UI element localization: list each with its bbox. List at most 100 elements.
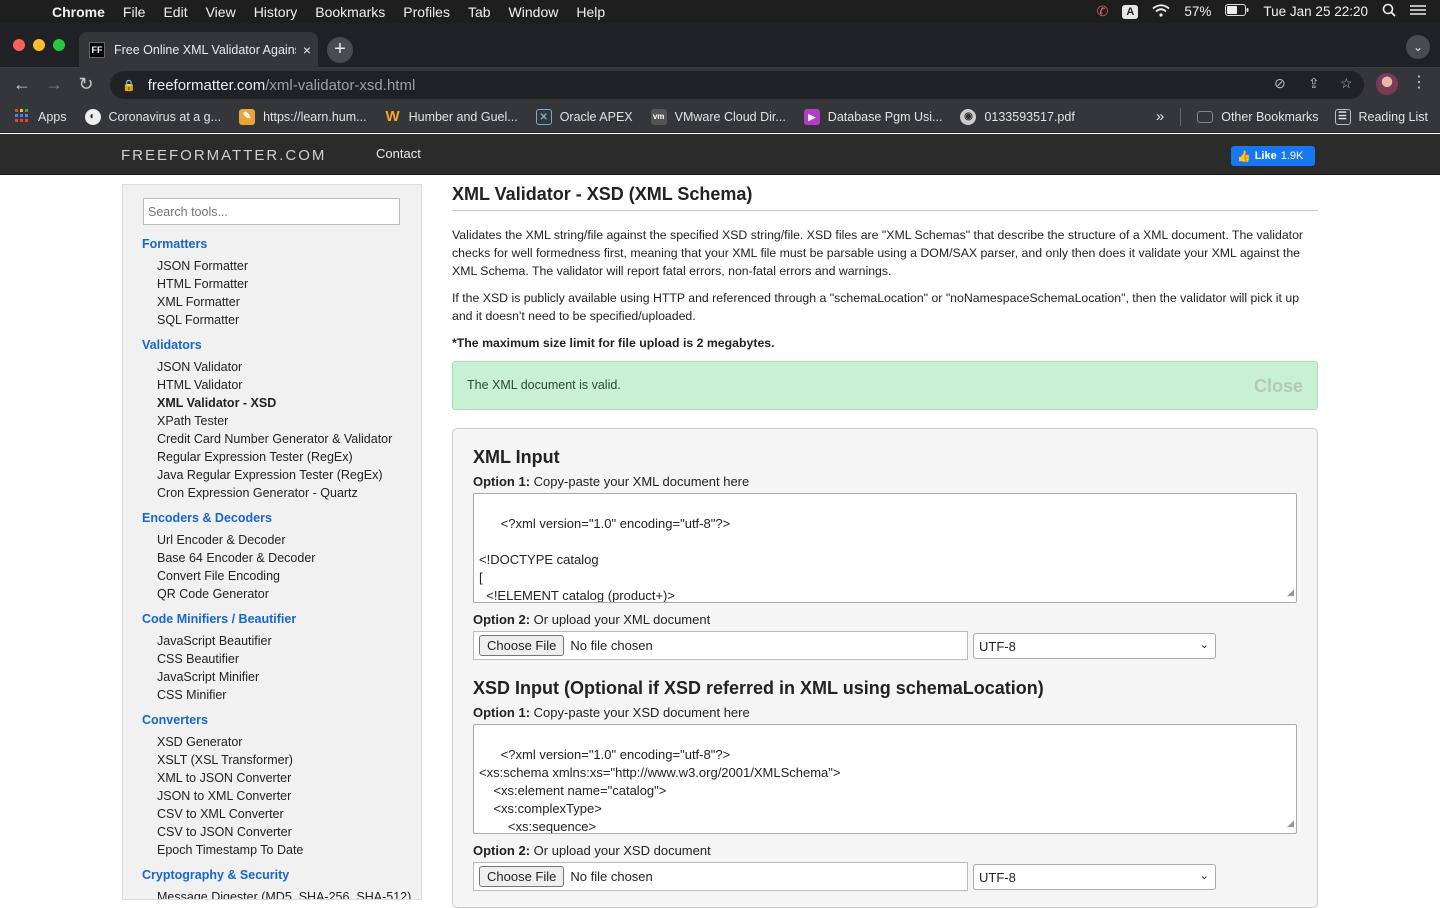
sidebar-tool-link[interactable]: JSON Validator	[157, 360, 242, 374]
sidebar-tool-link[interactable]: Credit Card Number Generator & Validator	[157, 432, 392, 446]
xml-choose-file-button[interactable]: Choose File	[479, 635, 565, 656]
xsd-choose-file-button[interactable]: Choose File	[479, 866, 565, 887]
sidebar-tool-link[interactable]: Base 64 Encoder & Decoder	[157, 551, 315, 565]
back-arrow-icon[interactable]: ←	[6, 74, 38, 95]
sidebar-tool-link[interactable]: Url Encoder & Decoder	[157, 533, 286, 547]
sidebar-tool-link[interactable]: CSV to XML Converter	[157, 807, 284, 821]
window-minimize-button[interactable]	[33, 39, 45, 51]
tab-search-chevron-down-icon[interactable]: ⌄	[1406, 35, 1430, 59]
facebook-like-button[interactable]: 👍 Like 1.9K	[1231, 146, 1315, 166]
option-text: Or upload your XSD document	[530, 843, 711, 858]
viber-icon[interactable]: ✆	[1097, 3, 1109, 20]
sidebar-tool-link[interactable]: CSS Minifier	[157, 688, 226, 702]
window-close-button[interactable]	[13, 39, 25, 51]
sidebar-tool-link[interactable]: XML to JSON Converter	[157, 771, 291, 785]
spotlight-search-icon[interactable]	[1382, 3, 1396, 20]
window-zoom-button[interactable]	[53, 39, 65, 51]
alert-close-button[interactable]: Close	[1254, 376, 1303, 397]
resize-grip-icon[interactable]: ◢	[1287, 583, 1294, 601]
menu-profiles[interactable]: Profiles	[403, 4, 450, 20]
menu-history[interactable]: History	[254, 4, 298, 20]
sidebar-tool-link[interactable]: JavaScript Minifier	[157, 670, 259, 684]
search-tools-input[interactable]	[143, 198, 400, 225]
sidebar-tool-link[interactable]: QR Code Generator	[157, 587, 269, 601]
new-tab-button[interactable]: +	[327, 37, 353, 63]
sidebar-tool-link[interactable]: XML Formatter	[157, 295, 240, 309]
active-tab[interactable]: FF Free Online XML Validator Against XSD…	[79, 32, 318, 68]
sidebar-tool-link[interactable]: CSV to JSON Converter	[157, 825, 292, 839]
menu-edit[interactable]: Edit	[163, 4, 187, 20]
sidebar-tool-link[interactable]: JSON Formatter	[157, 259, 248, 273]
bookmark-vmware[interactable]: vm VMware Cloud Dir...	[650, 108, 786, 125]
wifi-icon[interactable]	[1152, 3, 1170, 20]
reload-icon[interactable]: ↻	[70, 74, 102, 95]
battery-percent: 57%	[1184, 4, 1212, 19]
page-title: XML Validator - XSD (XML Schema)	[452, 184, 753, 204]
bookmark-star-icon[interactable]: ☆	[1340, 75, 1353, 92]
sidebar-tool-link[interactable]: Message Digester (MD5, SHA-256, SHA-512)	[157, 890, 411, 899]
menu-window[interactable]: Window	[509, 4, 559, 20]
sidebar-tool-link[interactable]: HTML Formatter	[157, 277, 248, 291]
sidebar-tool-link[interactable]: XPath Tester	[157, 414, 228, 428]
bookmark-label: Database Pgm Usi...	[827, 109, 943, 124]
site-header: FREEFORMATTER.COM Contact 👍 Like 1.9K	[0, 134, 1440, 175]
bookmark-pdf[interactable]: ◉ 0133593517.pdf	[960, 108, 1075, 125]
bookmark-humber-guelph[interactable]: W Humber and Guel...	[385, 108, 518, 125]
sidebar-tool-link[interactable]: JSON to XML Converter	[157, 789, 291, 803]
option-label: Option 2:	[473, 612, 531, 627]
sidebar-tool-link[interactable]: Epoch Timestamp To Date	[157, 843, 303, 857]
input-source-icon[interactable]: A	[1122, 4, 1139, 19]
xml-textarea[interactable]: <?xml version="1.0" encoding="utf-8"?> <…	[473, 493, 1297, 603]
bookmark-label: Apps	[38, 109, 67, 124]
sidebar-category-heading: Encoders & Decoders	[142, 511, 272, 525]
control-center-icon[interactable]	[1410, 4, 1426, 19]
menu-view[interactable]: View	[206, 4, 236, 20]
sidebar-tool-link[interactable]: HTML Validator	[157, 378, 242, 392]
option-label: Option 1:	[473, 474, 531, 489]
bookmark-database-pgm[interactable]: ▶ Database Pgm Usi...	[803, 108, 943, 125]
xml-option1-label: Option 1: Copy-paste your XML document h…	[473, 474, 749, 489]
xsd-encoding-select[interactable]: UTF-8 ⌄	[973, 864, 1216, 890]
sidebar-tool-link[interactable]: XSD Generator	[157, 735, 242, 749]
xsd-file-input[interactable]: Choose File No file chosen	[473, 862, 968, 891]
bookmark-oracle-apex[interactable]: ✕ Oracle APEX	[535, 108, 633, 125]
sidebar-tool-link[interactable]: Java Regular Expression Tester (RegEx)	[157, 468, 383, 482]
mac-menu-bar: Chrome File Edit View History Bookmarks …	[0, 0, 1440, 23]
menu-bookmarks[interactable]: Bookmarks	[315, 4, 385, 20]
other-bookmarks[interactable]: Other Bookmarks	[1197, 110, 1319, 124]
reading-list[interactable]: ☰ Reading List	[1334, 108, 1428, 125]
sidebar-tool-link[interactable]: XML Validator - XSD	[157, 396, 276, 410]
bookmark-coronavirus[interactable]: ◐ Coronavirus at a g...	[84, 108, 221, 125]
clock[interactable]: Tue Jan 25 22:20	[1263, 4, 1368, 19]
contact-link[interactable]: Contact	[376, 146, 421, 161]
menu-file[interactable]: File	[123, 4, 146, 20]
profile-avatar[interactable]	[1376, 73, 1398, 95]
sidebar-tool-link[interactable]: JavaScript Beautifier	[157, 634, 272, 648]
menu-tab[interactable]: Tab	[468, 4, 491, 20]
more-menu-icon[interactable]: ⋮	[1411, 72, 1427, 92]
forward-arrow-icon[interactable]: →	[38, 74, 70, 95]
xml-encoding-select[interactable]: UTF-8 ⌄	[973, 633, 1216, 659]
sidebar-tool-link[interactable]: Convert File Encoding	[157, 569, 280, 583]
xml-file-input[interactable]: Choose File No file chosen	[473, 631, 968, 660]
tab-close-icon[interactable]: ×	[296, 42, 318, 58]
resize-grip-icon[interactable]: ◢	[1287, 814, 1294, 832]
lock-icon[interactable]: 🔒	[122, 79, 136, 92]
sidebar-tool-link[interactable]: Regular Expression Tester (RegEx)	[157, 450, 353, 464]
bookmark-label: https://learn.hum...	[263, 109, 367, 124]
sidebar-tool-link[interactable]: Cron Expression Generator - Quartz	[157, 486, 358, 500]
sidebar-tool-link[interactable]: CSS Beautifier	[157, 652, 239, 666]
site-logo[interactable]: FREEFORMATTER.COM	[121, 147, 326, 164]
menu-app-name[interactable]: Chrome	[52, 4, 105, 20]
bookmark-apps[interactable]: Apps	[14, 108, 67, 125]
more-bookmarks-chevron-icon[interactable]: »	[1156, 108, 1164, 125]
sidebar-tool-link[interactable]: XSLT (XSL Transformer)	[157, 753, 293, 767]
xsd-textarea[interactable]: <?xml version="1.0" encoding="utf-8"?> <…	[473, 724, 1297, 834]
bookmark-learn-humber[interactable]: ✎ https://learn.hum...	[239, 108, 367, 125]
menu-help[interactable]: Help	[576, 4, 605, 20]
share-icon[interactable]: ⇪	[1308, 75, 1320, 92]
eye-slash-icon[interactable]: ⊘	[1274, 75, 1286, 92]
sidebar-tool-link[interactable]: SQL Formatter	[157, 313, 239, 327]
address-bar[interactable]: 🔒 freeformatter.com/xml-validator-xsd.ht…	[110, 71, 1364, 99]
battery-icon[interactable]	[1225, 4, 1249, 19]
